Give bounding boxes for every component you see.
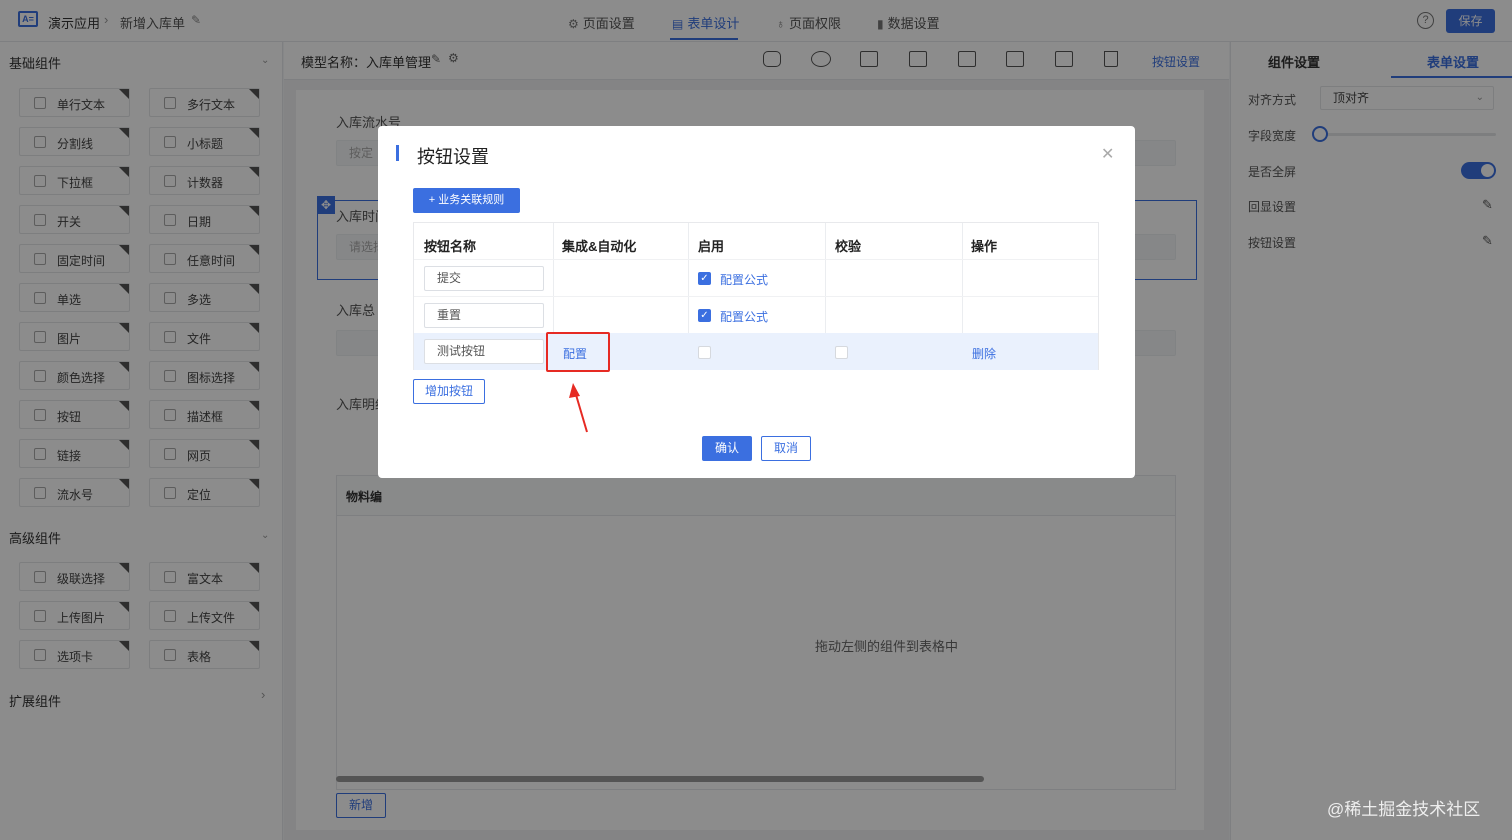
button-settings-dialog: 按钮设置 ✕ + 业务关联规则 按钮名称 集成&自动化 启用 校验 操作 提交 …: [378, 126, 1135, 478]
add-button[interactable]: 增加按钮: [413, 379, 485, 404]
cancel-button[interactable]: 取消: [761, 436, 811, 461]
annotation-arrow-icon: [569, 383, 588, 433]
watermark: @稀土掘金技术社区: [1327, 800, 1481, 819]
confirm-button[interactable]: 确认: [702, 436, 752, 461]
